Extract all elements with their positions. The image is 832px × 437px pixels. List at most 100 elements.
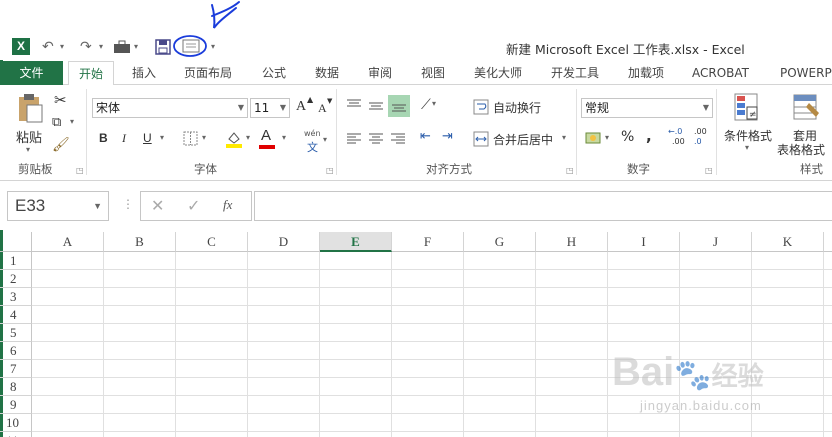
formula-bar-splitter-icon[interactable]: ⋮ [122, 197, 134, 211]
column-header-j[interactable]: J [680, 232, 752, 252]
underline-dropdown-icon[interactable]: ▾ [160, 133, 164, 142]
alignment-launcher-icon[interactable]: ◳ [566, 166, 574, 175]
tab-addins[interactable]: 加载项 [628, 61, 664, 85]
align-middle-icon[interactable] [368, 99, 384, 115]
column-header-g[interactable]: G [464, 232, 536, 252]
increase-indent-icon[interactable]: ⇥ [442, 129, 453, 144]
column-header-f[interactable]: F [392, 232, 464, 252]
italic-button[interactable]: I [122, 131, 126, 146]
decrease-decimal-button[interactable]: .0 [694, 137, 702, 146]
fill-color-dropdown-icon[interactable]: ▾ [246, 133, 250, 142]
font-color-button[interactable]: A [261, 127, 271, 144]
row-header-2[interactable]: 2 [0, 270, 32, 288]
font-launcher-icon[interactable]: ◳ [326, 166, 334, 175]
tab-data[interactable]: 数据 [315, 61, 339, 85]
paste-dropdown-icon[interactable]: ▾ [26, 145, 30, 154]
border-dropdown-icon[interactable]: ▾ [202, 133, 206, 142]
conditional-dropdown-icon[interactable]: ▾ [745, 143, 749, 152]
insert-function-button[interactable]: fx [223, 197, 232, 213]
save-icon[interactable] [155, 39, 171, 59]
tab-review[interactable]: 审阅 [368, 61, 392, 85]
orientation-icon[interactable]: ⟋ [421, 97, 431, 113]
column-header-k[interactable]: K [752, 232, 824, 252]
confirm-entry-icon[interactable]: ✓ [187, 196, 200, 215]
row-header-3[interactable]: 3 [0, 288, 32, 306]
number-launcher-icon[interactable]: ◳ [705, 166, 713, 175]
format-painter-icon[interactable]: 🖌 [52, 137, 70, 153]
wrap-text-icon[interactable] [473, 99, 489, 115]
column-header-e[interactable]: E [320, 232, 392, 252]
tab-formulas[interactable]: 公式 [262, 61, 286, 85]
column-header-c[interactable]: C [176, 232, 248, 252]
merge-center-icon[interactable] [473, 131, 489, 147]
tab-developer[interactable]: 开发工具 [551, 61, 599, 85]
align-center-icon[interactable] [368, 131, 384, 147]
bold-button[interactable]: B [99, 131, 108, 145]
fill-color-icon[interactable] [225, 129, 243, 149]
tab-insert[interactable]: 插入 [132, 61, 156, 85]
print-preview-icon[interactable] [182, 39, 200, 59]
underline-button[interactable]: U [143, 131, 152, 145]
tab-powerpivot[interactable]: POWERPI [780, 61, 832, 85]
row-header-8[interactable]: 8 [0, 378, 32, 396]
merge-center-button[interactable]: 合并后居中 [493, 131, 553, 148]
select-all-corner[interactable] [0, 232, 32, 252]
column-header-h[interactable]: H [536, 232, 608, 252]
cut-icon[interactable]: ✂ [54, 91, 67, 109]
undo-dropdown-icon[interactable]: ▾ [60, 37, 64, 57]
tab-view[interactable]: 视图 [421, 61, 445, 85]
column-header-a[interactable]: A [32, 232, 104, 252]
border-icon[interactable] [183, 131, 199, 147]
increase-decimal-button[interactable]: .00 [672, 137, 685, 146]
phonetic-char[interactable]: 文 [307, 139, 318, 155]
customize-qat-icon[interactable]: ▾ [211, 37, 215, 57]
number-format-combo[interactable]: 常规 ▼ [581, 98, 713, 118]
align-top-icon[interactable] [346, 97, 362, 113]
copy-icon[interactable]: ⧉ [52, 115, 61, 130]
row-header-5[interactable]: 5 [0, 324, 32, 342]
wrap-text-button[interactable]: 自动换行 [493, 99, 541, 116]
tab-page-layout[interactable]: 页面布局 [184, 61, 232, 85]
grow-font-button[interactable]: A [296, 99, 306, 115]
tab-home[interactable]: 开始 [68, 61, 115, 86]
formula-input[interactable] [254, 191, 832, 221]
qat-dropdown-icon[interactable]: ▾ [134, 37, 138, 57]
tab-beautify-master[interactable]: 美化大师 [474, 61, 522, 85]
redo-dropdown-icon[interactable]: ▾ [99, 37, 103, 57]
font-size-combo[interactable]: 11 ▼ [250, 98, 290, 118]
orientation-dropdown-icon[interactable]: ▾ [432, 99, 436, 108]
toolbox-icon[interactable] [113, 40, 135, 60]
column-header-i[interactable]: I [608, 232, 680, 252]
accounting-format-icon[interactable] [585, 130, 603, 146]
cancel-entry-icon[interactable]: ✕ [151, 196, 164, 215]
undo-icon[interactable]: ↶ [42, 37, 54, 57]
merge-dropdown-icon[interactable]: ▾ [562, 133, 566, 142]
tab-acrobat[interactable]: ACROBAT [692, 61, 749, 85]
copy-dropdown-icon[interactable]: ▾ [70, 117, 74, 126]
accounting-dropdown-icon[interactable]: ▾ [605, 133, 609, 142]
row-header-10[interactable]: 10 [0, 414, 32, 432]
column-header-partial[interactable] [824, 232, 832, 252]
align-bottom-icon[interactable] [388, 95, 410, 117]
row-header-6[interactable]: 6 [0, 342, 32, 360]
align-right-icon[interactable] [390, 131, 406, 147]
conditional-formatting-button[interactable]: 条件格式 [724, 127, 772, 144]
shrink-font-button[interactable]: A [318, 101, 327, 116]
align-left-icon[interactable] [346, 131, 362, 147]
row-header-1[interactable]: 1 [0, 252, 32, 270]
percent-style-button[interactable]: % [621, 129, 634, 145]
paste-button[interactable]: 粘贴 [16, 127, 42, 146]
decrease-indent-icon[interactable]: ⇤ [420, 129, 431, 144]
row-header-9[interactable]: 9 [0, 396, 32, 414]
clipboard-launcher-icon[interactable]: ◳ [76, 166, 84, 175]
font-color-dropdown-icon[interactable]: ▾ [282, 133, 286, 142]
column-header-d[interactable]: D [248, 232, 320, 252]
row-header-11[interactable]: 11 [0, 432, 32, 437]
format-as-table-button[interactable]: 表格格式 [777, 141, 825, 158]
row-header-4[interactable]: 4 [0, 306, 32, 324]
comma-style-button[interactable]: , [646, 127, 652, 145]
paste-icon[interactable] [16, 93, 44, 123]
name-box[interactable]: E33 ▼ [7, 191, 109, 221]
column-header-b[interactable]: B [104, 232, 176, 252]
format-as-table-icon[interactable] [793, 93, 821, 123]
